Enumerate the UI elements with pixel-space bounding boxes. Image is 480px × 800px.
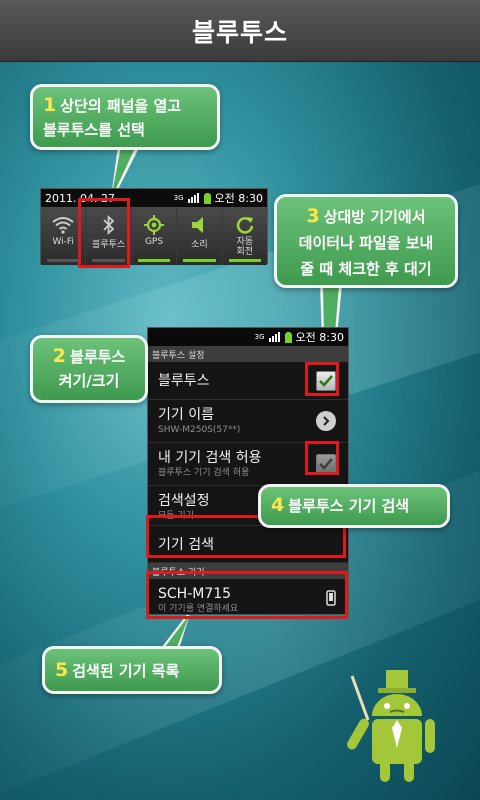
rotate-label-1: 자동: [236, 237, 254, 247]
battery-icon-2: [284, 331, 292, 343]
step-number: 3: [306, 205, 320, 227]
callout-text: 상단의 패널을 열고: [60, 97, 182, 115]
callout-text: 블루투스: [70, 348, 126, 366]
auto-rotate-toggle[interactable]: 자동 회전: [222, 207, 268, 265]
discoverable-checkbox-highlight: [305, 441, 339, 475]
callout-text: 데이터나 파일을 보내: [298, 234, 434, 252]
step-number: 1: [43, 94, 57, 116]
bluetooth-highlight: [78, 198, 130, 268]
step-number: 5: [55, 659, 69, 681]
gps-icon: [144, 215, 165, 235]
status-bar: 2011. 04. 27 3G 오전 8:30: [41, 189, 267, 207]
step-number: 2: [52, 345, 67, 367]
notification-panel: 2011. 04. 27 3G 오전 8:30 Wi-Fi 블루투스 GPS 소…: [40, 188, 268, 265]
status-bar-2: 3G 오전 8:30: [148, 328, 348, 346]
callout-step-2: 2 블루투스 켜기/크기: [30, 335, 148, 403]
device-name-row[interactable]: 기기 이름 SHW-M250S(57**): [148, 400, 348, 443]
battery-icon: [203, 192, 211, 204]
sound-icon: [192, 217, 204, 233]
section-header-settings: 블루투스 설정: [148, 346, 348, 362]
callout-step-4: 4 블루투스 기기 검색: [258, 484, 450, 528]
gps-toggle[interactable]: GPS: [131, 207, 178, 265]
callout-text: 블루투스 기기 검색: [288, 497, 410, 515]
rotate-icon: [236, 217, 254, 234]
callout-text: 검색된 기기 목록: [72, 662, 180, 680]
row-subtitle: SHW-M250S(57**): [158, 425, 241, 435]
wifi-label: Wi-Fi: [52, 237, 74, 247]
wifi-icon: [52, 217, 74, 234]
sound-label: 소리: [191, 240, 208, 250]
callout-text: 상대방 기기에서: [323, 208, 426, 226]
callout-text: 블루투스를 선택: [43, 121, 145, 139]
rotate-label-2: 회전: [236, 247, 254, 257]
callout-text: 켜기/크기: [58, 372, 120, 390]
row-title: 기기 이름: [158, 407, 214, 423]
gps-label: GPS: [144, 237, 164, 247]
signal-icon-2: [268, 332, 280, 342]
chevron-right-icon: [316, 411, 336, 431]
bluetooth-checkbox-highlight: [305, 362, 339, 396]
signal-icon: [187, 193, 199, 203]
callout-text: 줄 때 체크한 후 대기: [300, 260, 432, 278]
android-mascot-icon: [347, 670, 435, 782]
time-text: 오전 8:30: [214, 192, 263, 205]
found-device-highlight: [146, 571, 348, 619]
sound-toggle[interactable]: 소리: [177, 207, 223, 265]
callout-step-3: 3 상대방 기기에서 데이터나 파일을 보내 줄 때 체크한 후 대기: [274, 194, 458, 288]
callout-step-5: 5 검색된 기기 목록: [42, 646, 222, 694]
step-number: 4: [271, 494, 285, 516]
network-3g-icon-2: 3G: [254, 333, 265, 341]
time-text-2: 오전 8:30: [295, 331, 344, 344]
network-3g-icon: 3G: [173, 194, 184, 202]
callout-step-1: 1 상단의 패널을 열고 블루투스를 선택: [30, 84, 220, 150]
